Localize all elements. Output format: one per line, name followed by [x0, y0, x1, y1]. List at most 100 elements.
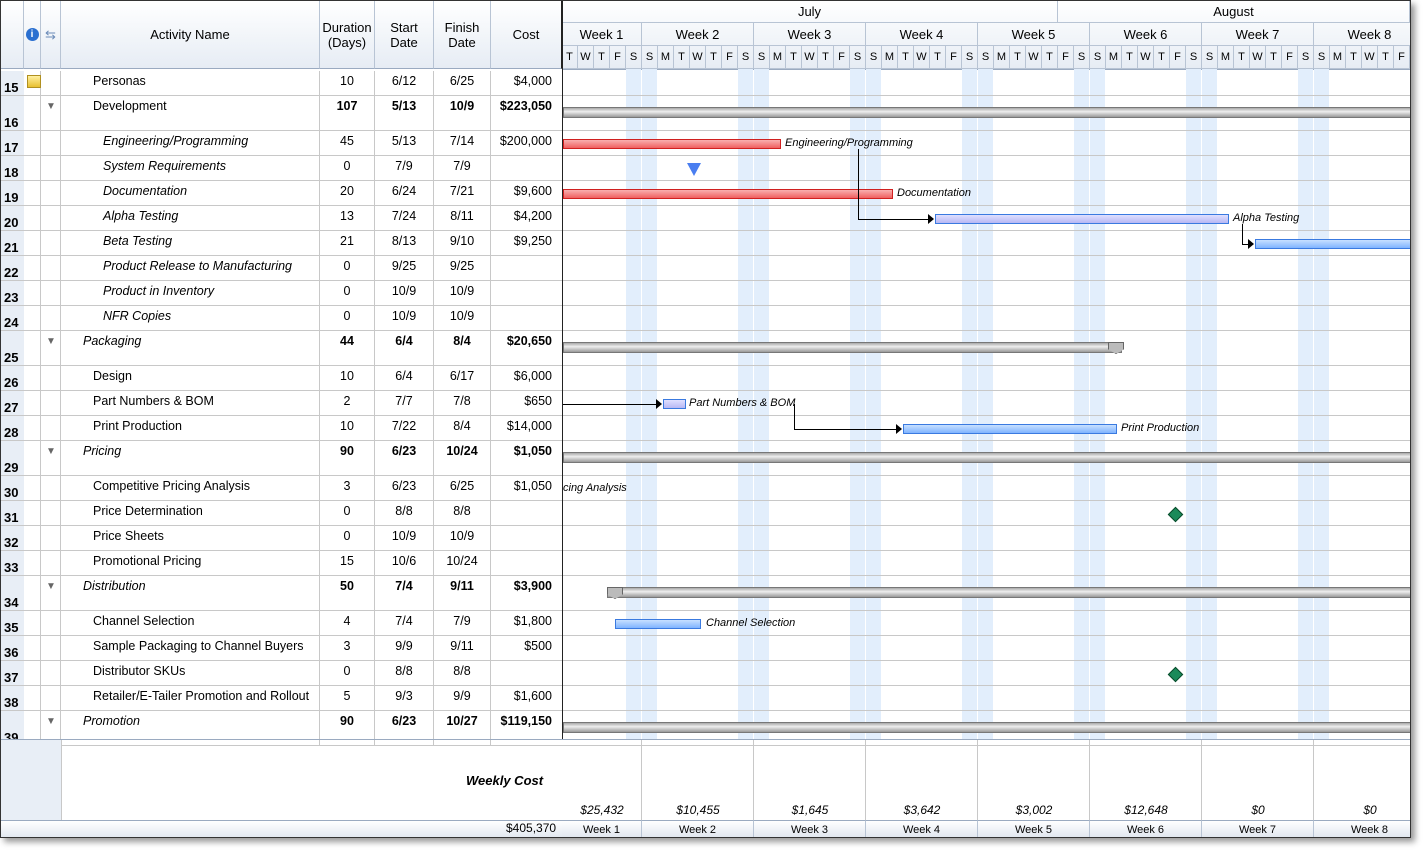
- finish-date[interactable]: 9/10: [434, 231, 491, 255]
- finish-date[interactable]: 6/25: [434, 476, 491, 500]
- duration[interactable]: 107: [320, 96, 375, 130]
- task-bar[interactable]: [1255, 238, 1410, 249]
- start-date[interactable]: 10/9: [375, 281, 434, 305]
- activity-name[interactable]: Price Determination: [61, 501, 320, 525]
- milestone-diamond-icon[interactable]: [1167, 506, 1184, 522]
- start-date[interactable]: 10/6: [375, 551, 434, 575]
- start-date[interactable]: 6/24: [375, 181, 434, 205]
- start-date[interactable]: 7/4: [375, 611, 434, 635]
- start-date[interactable]: 6/23: [375, 476, 434, 500]
- activity-name[interactable]: Design: [61, 366, 320, 390]
- duration[interactable]: 21: [320, 231, 375, 255]
- collapse-triangle-icon[interactable]: ▼: [46, 581, 56, 592]
- note-icon[interactable]: [27, 75, 41, 88]
- duration-header[interactable]: Duration (Days): [320, 1, 375, 69]
- cost[interactable]: $9,600: [491, 181, 562, 205]
- cost[interactable]: $4,000: [491, 71, 562, 95]
- start-date[interactable]: 7/7: [375, 391, 434, 415]
- finish-date[interactable]: 7/14: [434, 131, 491, 155]
- cost[interactable]: [491, 281, 562, 305]
- summary-bar[interactable]: [563, 452, 1410, 463]
- finish-date[interactable]: 10/24: [434, 441, 491, 475]
- start-date[interactable]: 9/9: [375, 636, 434, 660]
- activity-name[interactable]: Personas: [61, 71, 320, 95]
- task-bar[interactable]: [615, 618, 701, 629]
- start-date[interactable]: 9/3: [375, 686, 434, 710]
- activity-name[interactable]: Alpha Testing: [61, 206, 320, 230]
- task-bar[interactable]: [935, 213, 1229, 224]
- duration[interactable]: 0: [320, 661, 375, 685]
- activity-name[interactable]: Distribution: [61, 576, 320, 610]
- duration[interactable]: 10: [320, 366, 375, 390]
- finish-date[interactable]: 8/11: [434, 206, 491, 230]
- cost[interactable]: $223,050: [491, 96, 562, 130]
- start-date[interactable]: 10/9: [375, 306, 434, 330]
- cost[interactable]: $1,800: [491, 611, 562, 635]
- duration[interactable]: 0: [320, 256, 375, 280]
- start-date[interactable]: 7/9: [375, 156, 434, 180]
- start-date[interactable]: 8/8: [375, 501, 434, 525]
- summary-bar[interactable]: [563, 342, 1122, 353]
- cost[interactable]: [491, 526, 562, 550]
- finish-date[interactable]: 8/4: [434, 416, 491, 440]
- start-header[interactable]: Start Date: [375, 1, 434, 69]
- duration[interactable]: 2: [320, 391, 375, 415]
- cost[interactable]: $200,000: [491, 131, 562, 155]
- activity-name[interactable]: Part Numbers & BOM: [61, 391, 320, 415]
- start-date[interactable]: 7/4: [375, 576, 434, 610]
- duration[interactable]: 20: [320, 181, 375, 205]
- start-date[interactable]: 7/24: [375, 206, 434, 230]
- activity-name[interactable]: Engineering/Programming: [61, 131, 320, 155]
- finish-header[interactable]: Finish Date: [434, 1, 491, 69]
- duration[interactable]: 0: [320, 526, 375, 550]
- cost[interactable]: $1,050: [491, 476, 562, 500]
- duration[interactable]: 13: [320, 206, 375, 230]
- cost[interactable]: $6,000: [491, 366, 562, 390]
- duration[interactable]: 0: [320, 281, 375, 305]
- start-date[interactable]: 8/8: [375, 661, 434, 685]
- activity-name[interactable]: Packaging: [61, 331, 320, 365]
- duration[interactable]: 4: [320, 611, 375, 635]
- milestone-diamond-icon[interactable]: [1167, 666, 1184, 682]
- info-header[interactable]: i: [24, 1, 41, 69]
- cost[interactable]: $1,050: [491, 441, 562, 475]
- start-date[interactable]: 6/4: [375, 331, 434, 365]
- start-date[interactable]: 5/13: [375, 96, 434, 130]
- summary-bar[interactable]: [563, 722, 1410, 733]
- finish-date[interactable]: 10/9: [434, 96, 491, 130]
- cost[interactable]: $20,650: [491, 331, 562, 365]
- finish-date[interactable]: 9/25: [434, 256, 491, 280]
- finish-date[interactable]: 7/21: [434, 181, 491, 205]
- activity-name-header[interactable]: Activity Name: [61, 1, 320, 69]
- finish-date[interactable]: 7/9: [434, 156, 491, 180]
- cost-header[interactable]: Cost: [491, 1, 562, 69]
- duration[interactable]: 0: [320, 156, 375, 180]
- duration[interactable]: 45: [320, 131, 375, 155]
- activity-name[interactable]: System Requirements: [61, 156, 320, 180]
- cost[interactable]: $1,600: [491, 686, 562, 710]
- finish-date[interactable]: 6/25: [434, 71, 491, 95]
- finish-date[interactable]: 10/9: [434, 526, 491, 550]
- finish-date[interactable]: 7/8: [434, 391, 491, 415]
- critical-task-bar[interactable]: [563, 188, 893, 199]
- activity-name[interactable]: Price Sheets: [61, 526, 320, 550]
- activity-name[interactable]: Product in Inventory: [61, 281, 320, 305]
- cost[interactable]: $9,250: [491, 231, 562, 255]
- start-date[interactable]: 6/4: [375, 366, 434, 390]
- cost[interactable]: [491, 501, 562, 525]
- collapse-triangle-icon[interactable]: ▼: [46, 336, 56, 347]
- activity-name[interactable]: Product Release to Manufacturing: [61, 256, 320, 280]
- duration[interactable]: 0: [320, 501, 375, 525]
- finish-date[interactable]: 6/17: [434, 366, 491, 390]
- start-date[interactable]: 6/23: [375, 441, 434, 475]
- start-date[interactable]: 6/12: [375, 71, 434, 95]
- task-bar[interactable]: [663, 398, 686, 409]
- finish-date[interactable]: 10/24: [434, 551, 491, 575]
- cost[interactable]: $650: [491, 391, 562, 415]
- activity-name[interactable]: Pricing: [61, 441, 320, 475]
- activity-name[interactable]: Channel Selection: [61, 611, 320, 635]
- activity-name[interactable]: Promotional Pricing: [61, 551, 320, 575]
- summary-bar[interactable]: [607, 587, 1410, 598]
- summary-bar[interactable]: [563, 107, 1410, 118]
- duration[interactable]: 0: [320, 306, 375, 330]
